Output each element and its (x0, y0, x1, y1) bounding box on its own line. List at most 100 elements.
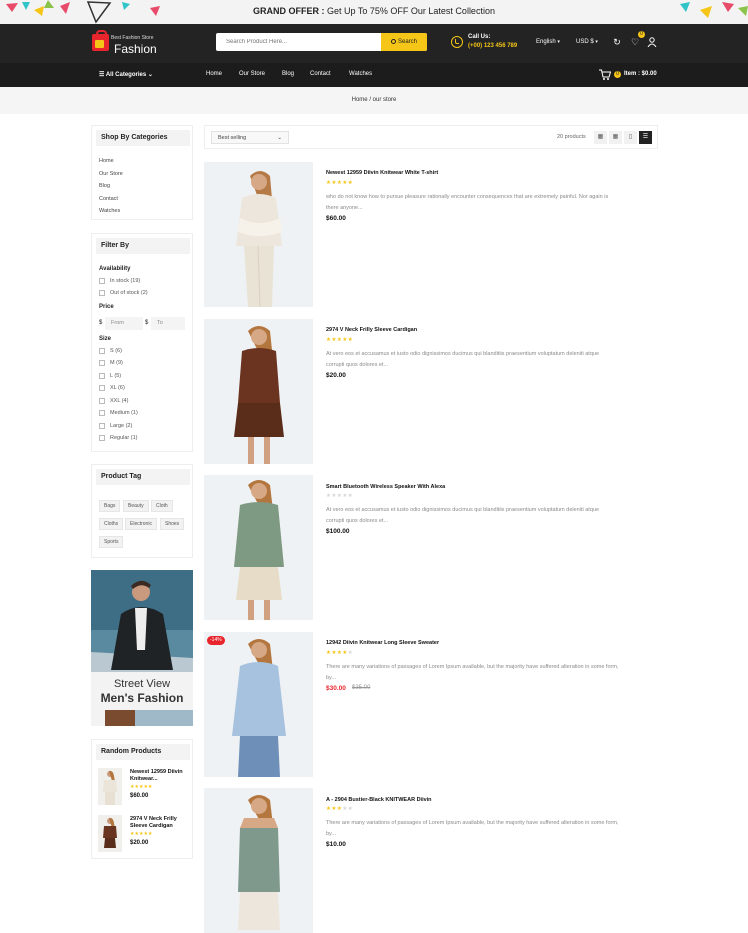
category-link-watches[interactable]: Watches (99, 208, 120, 214)
product-description: At vero eos et accusamus et iusto odio d… (326, 349, 660, 370)
size-xxl-checkbox[interactable] (99, 398, 105, 404)
product-rating: ★★★★★ (326, 337, 353, 343)
language-select[interactable]: English ▾ (536, 39, 560, 45)
price-from-input[interactable]: From (105, 317, 143, 330)
tag-beauty[interactable]: Beauty (123, 500, 149, 512)
category-link-blog[interactable]: Blog (99, 183, 110, 189)
out-of-stock-checkbox[interactable] (99, 290, 105, 296)
availability-label: Availability (99, 266, 131, 272)
star-empty-icon: ★ (347, 806, 354, 812)
product-image[interactable]: -14% (204, 632, 313, 777)
size-l-checkbox[interactable] (99, 373, 105, 379)
random-product-image[interactable] (98, 815, 122, 852)
product-title[interactable]: Newest 12959 Diivin Knitwear White T-shi… (326, 170, 438, 176)
product-rating: ★★★★★ (326, 493, 353, 499)
tag-sports[interactable]: Sports (99, 536, 124, 548)
product-image[interactable] (204, 788, 313, 933)
random-product-title[interactable]: Newest 12959 Diivin Knitwear... (130, 769, 190, 783)
category-link-contact[interactable]: Contact (99, 196, 118, 202)
grid-2-view-icon[interactable]: ▯ (624, 131, 637, 144)
product-photo (204, 162, 313, 307)
call-number[interactable]: (+00) 123 456 789 (468, 43, 517, 49)
size-m-checkbox[interactable] (99, 360, 105, 366)
product-image[interactable] (204, 162, 313, 307)
category-link-home[interactable]: Home (99, 158, 114, 164)
logo-text[interactable]: Fashion (114, 42, 157, 56)
user-icon-shape (647, 37, 657, 48)
nav-link-our-store[interactable]: Our Store (239, 71, 265, 77)
size-large-label: Large (2) (110, 423, 133, 429)
list-view-icon[interactable]: ☰ (639, 131, 652, 144)
cart-summary[interactable]: Item : $0.00 (624, 71, 657, 77)
tag-cloths[interactable]: Cloths (99, 518, 124, 530)
size-medium-checkbox[interactable] (99, 410, 105, 416)
logo-tagline: Best Fashion Store (111, 35, 154, 41)
product-title[interactable]: A - 2904 Bustier-Black KNITWEAR Diivin (326, 797, 432, 803)
size-s-checkbox[interactable] (99, 348, 105, 354)
grid-4-view-icon[interactable]: ▦ (594, 131, 607, 144)
chevron-down-icon: ▾ (557, 39, 560, 45)
search-button[interactable]: Search (381, 33, 427, 51)
mens-fashion-banner[interactable]: Street View Men's Fashion (91, 570, 193, 726)
cart-icon[interactable] (599, 69, 611, 80)
random-product-title[interactable]: 2974 V Neck Frilly Sleeve Cardigan (130, 816, 190, 830)
product-image[interactable] (204, 475, 313, 620)
language-value: English (536, 39, 556, 45)
product-description-line: corrupti quos dolores et... (326, 361, 389, 368)
account-user-icon[interactable] (647, 37, 657, 48)
product-description-line: corrupti quos dolores et... (326, 517, 389, 524)
product-photo (204, 632, 313, 777)
tag-cloth[interactable]: Cloth (151, 500, 173, 512)
nav-link-blog[interactable]: Blog (282, 71, 294, 77)
product-description: who do not know how to pursue pleasure r… (326, 192, 660, 213)
product-rating: ★★★★★ (326, 180, 353, 186)
product-description-line: who do not know how to pursue pleasure r… (326, 194, 609, 200)
breadcrumb: Home / our store (0, 87, 748, 114)
compare-icon[interactable]: ↻ (612, 37, 622, 47)
banner-line-2: Men's Fashion (100, 691, 184, 705)
nav-link-home[interactable]: Home (206, 71, 222, 77)
tag-bags[interactable]: Bags (99, 500, 121, 512)
out-of-stock-label: Out of stock (2) (110, 290, 148, 296)
product-description: There are many variations of passages of… (326, 818, 660, 839)
phone-icon (451, 36, 463, 48)
breadcrumb-home[interactable]: Home (352, 97, 368, 103)
product-count: 20 products (557, 134, 586, 140)
nav-link-contact[interactable]: Contact (310, 71, 331, 77)
random-product-price: $20.00 (130, 840, 149, 846)
product-title[interactable]: 12942 Diivin Knitwear Long Sleeve Sweate… (326, 640, 439, 646)
price-to-input[interactable]: To (151, 317, 185, 330)
in-stock-label: In stock (19) (110, 278, 141, 284)
wishlist-heart-icon[interactable]: ♡ (630, 37, 640, 47)
search-icon (390, 39, 396, 44)
size-xl-checkbox[interactable] (99, 385, 105, 391)
product-image[interactable] (204, 319, 313, 464)
size-medium-label: Medium (1) (110, 410, 138, 416)
star-empty-icon: ★ (347, 650, 354, 656)
search-input[interactable] (216, 33, 381, 51)
product-title[interactable]: 2974 V Neck Frilly Sleeve Cardigan (326, 327, 417, 333)
product-title[interactable]: Smart Bluetooth Wireless Speaker With Al… (326, 484, 445, 490)
product-description-line: by... (326, 674, 336, 681)
cart-count-badge: 0 (614, 71, 621, 78)
search-bar: Search (216, 33, 427, 51)
logo-bag-icon[interactable] (92, 30, 109, 51)
product-description-line: There are many variations of passages of… (326, 820, 619, 826)
tag-shoes[interactable]: Shoes (160, 518, 185, 530)
sort-select[interactable]: Best selling ⌄ (211, 131, 289, 144)
size-large-checkbox[interactable] (99, 423, 105, 429)
currency-select[interactable]: USD $ ▾ (576, 39, 598, 45)
sale-badge: -14% (207, 636, 225, 645)
in-stock-checkbox[interactable] (99, 278, 105, 284)
size-regular-checkbox[interactable] (99, 435, 105, 441)
random-product-image[interactable] (98, 768, 122, 805)
nav-link-watches[interactable]: Watches (349, 71, 372, 77)
grid-3-view-icon[interactable]: ▦ (609, 131, 622, 144)
all-categories-button[interactable]: ☰ All Categories ⌄ (99, 71, 153, 78)
size-s-label: S (6) (110, 348, 122, 354)
random-product-rating: ★★★★★ (130, 831, 153, 837)
category-link-our-store[interactable]: Our Store (99, 171, 123, 177)
product-description-line: by... (326, 830, 336, 837)
tag-electronic[interactable]: Electronic (125, 518, 157, 530)
random-product-rating: ★★★★★ (130, 784, 153, 790)
